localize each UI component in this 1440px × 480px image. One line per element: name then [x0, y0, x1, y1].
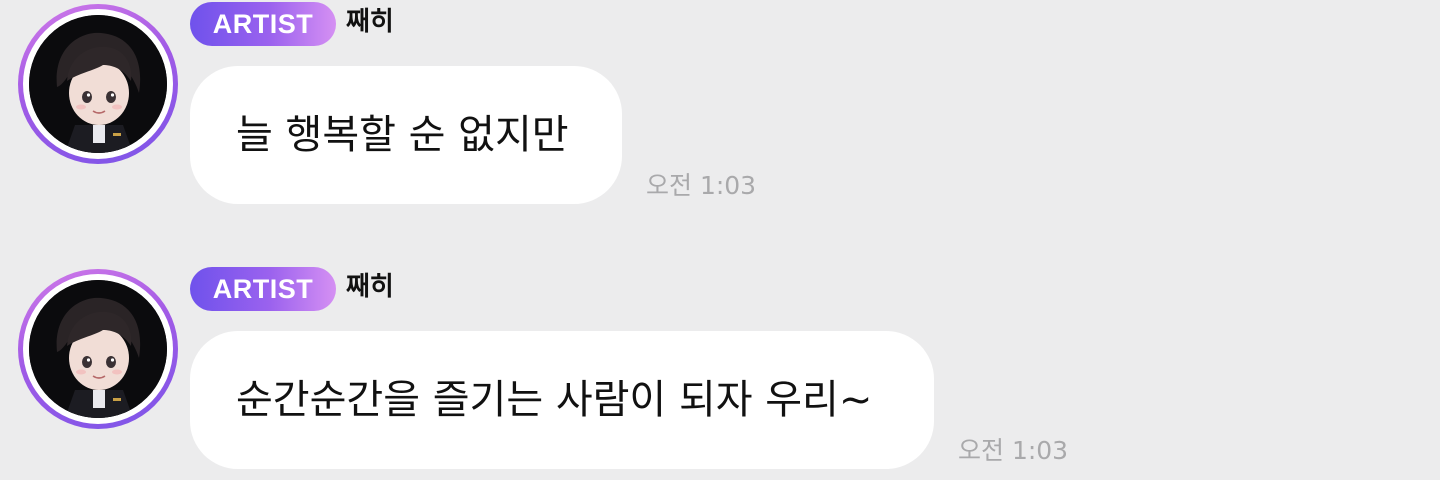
artist-badge: ARTIST — [190, 2, 336, 46]
sender-name[interactable]: 째히 — [346, 269, 394, 305]
avatar-frame — [23, 9, 173, 159]
avatar[interactable] — [18, 269, 178, 429]
avatar[interactable] — [18, 4, 178, 164]
message-row: ARTIST 째히 늘 행복할 순 없지만 오전 1:03 — [0, 0, 1440, 230]
message-bubble[interactable]: 늘 행복할 순 없지만 — [190, 66, 622, 204]
avatar-icon — [29, 280, 167, 418]
avatar-frame — [23, 274, 173, 424]
sender-name[interactable]: 째히 — [346, 4, 394, 40]
avatar-icon — [29, 15, 167, 153]
message-timestamp: 오전 1:03 — [646, 171, 757, 200]
message-row: ARTIST 째히 순간순간을 즐기는 사람이 되자 우리~ 오전 1:03 — [0, 265, 1440, 480]
message-timestamp: 오전 1:03 — [958, 436, 1069, 465]
message-bubble[interactable]: 순간순간을 즐기는 사람이 되자 우리~ — [190, 331, 934, 469]
artist-badge: ARTIST — [190, 267, 336, 311]
chat-thread: ARTIST 째히 늘 행복할 순 없지만 오전 1:03 ARTIST 째히 … — [0, 0, 1440, 480]
